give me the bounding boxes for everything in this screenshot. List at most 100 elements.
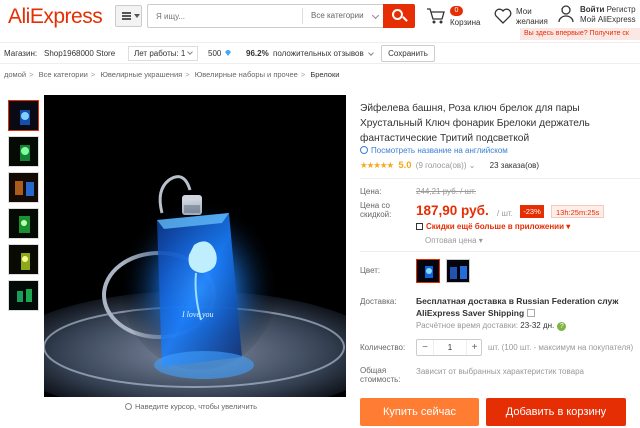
thumbnail[interactable]: [8, 100, 39, 131]
wishlist-label-1: Мои: [516, 7, 532, 16]
rating-row: ★★★★★ 5.0 (9 голоса(ов)) ⌄ 23 заказа(ов): [360, 160, 539, 172]
store-score: 500: [208, 49, 222, 58]
app-promo-label: Скидки ещё больше в приложении: [426, 222, 564, 231]
shipping-label: Доставка:: [360, 297, 397, 306]
my-aliexpress-link[interactable]: Мой AliExpress: [580, 15, 636, 24]
zoom-hint: Наведите курсор, чтобы увеличить: [125, 402, 257, 411]
old-price: 244,21 руб. / шт.: [416, 187, 477, 196]
total-label-1: Общая: [360, 366, 387, 375]
globe-icon: [360, 146, 368, 154]
quantity-note: шт. (100 шт. - максимум на покупателя): [488, 343, 634, 352]
save-store-button[interactable]: Сохранить: [381, 45, 435, 62]
categories-menu-button[interactable]: [115, 5, 142, 27]
thumbnail[interactable]: [8, 208, 39, 239]
store-years-label: Лет работы: 1: [134, 49, 186, 58]
divider: [360, 251, 640, 252]
diamond-icon: [225, 50, 231, 56]
chevron-down-icon: [371, 11, 380, 20]
orders-count: 23 заказа(ов): [489, 161, 540, 170]
votes-link[interactable]: (9 голоса(ов)): [416, 161, 467, 170]
zoom-hint-text: Наведите курсор, чтобы увеличить: [135, 402, 257, 411]
store-years-dropdown[interactable]: Лет работы: 1: [128, 46, 198, 61]
color-swatch[interactable]: [446, 259, 470, 283]
chevron-down-icon: ▾: [478, 236, 483, 245]
store-name-link[interactable]: Shop1968000 Store: [44, 49, 115, 58]
quantity-input[interactable]: 1: [433, 340, 467, 355]
chevron-down-icon: [134, 14, 140, 18]
svg-text:I love you: I love you: [181, 310, 214, 319]
aliexpress-logo[interactable]: AliExpress: [8, 5, 103, 29]
keychain-photo: I love you: [44, 95, 346, 397]
divider: [360, 178, 640, 179]
cart-label: Корзина: [450, 18, 481, 27]
thumbnail[interactable]: [8, 172, 39, 203]
feedback-percent: 96.2%: [246, 49, 269, 58]
chevron-down-icon[interactable]: ⌄: [469, 161, 476, 170]
cart-count-badge: 0: [450, 6, 463, 16]
search-button[interactable]: [383, 4, 415, 28]
price-label: Цена:: [360, 187, 382, 196]
buy-now-button[interactable]: Купить сейчас: [360, 398, 479, 426]
current-price: 187,90 руб.: [416, 203, 489, 218]
cart-link[interactable]: 0 Корзина: [426, 5, 486, 31]
total-value: Зависит от выбранных характеристик товар…: [416, 367, 584, 376]
product-main-image[interactable]: I love you: [44, 95, 346, 397]
search-category-select[interactable]: Все категории: [302, 8, 382, 24]
store-bar: Магазин: Shop1968000 Store Лет работы: 1…: [0, 42, 640, 64]
discount-price-label-1: Цена со: [360, 201, 390, 210]
app-promo-link[interactable]: Скидки ещё больше в приложении ▾: [416, 222, 570, 231]
magnifier-icon: [125, 403, 132, 410]
register-link[interactable]: Регистр: [607, 5, 636, 14]
breadcrumb-item[interactable]: Ювелирные наборы и прочее: [195, 70, 298, 79]
qr-code-icon: [416, 223, 423, 230]
breadcrumb-item[interactable]: домой: [4, 70, 26, 79]
menu-icon: [122, 12, 131, 20]
price-unit: / шт.: [497, 209, 513, 218]
heart-icon: [494, 8, 512, 24]
add-to-cart-button[interactable]: Добавить в корзину: [486, 398, 626, 426]
translate-title-link[interactable]: Посмотреть название на английском: [360, 146, 508, 155]
quantity-stepper: − 1 +: [416, 339, 482, 356]
quantity-increase-button[interactable]: +: [467, 340, 482, 355]
discount-price-label-2: скидкой:: [360, 210, 392, 219]
cart-icon: [427, 8, 445, 24]
user-icon: [558, 5, 574, 23]
product-title: Эйфелева башня, Роза ключ брелок для пар…: [360, 103, 590, 144]
header: AliExpress Все категории 0 Корзина Мои ж…: [0, 0, 640, 40]
account-menu[interactable]: Войти Регистр Мой AliExpress: [558, 3, 640, 29]
shipping-method[interactable]: AliExpress Saver Shipping: [416, 308, 536, 318]
countdown-timer: 13h:25m:25s: [551, 205, 605, 218]
chevron-down-icon: ▾: [566, 222, 571, 231]
breadcrumb-item[interactable]: Все категории: [39, 70, 88, 79]
chevron-down-icon: [187, 49, 193, 55]
search-icon: [392, 9, 403, 20]
shipping-time-value: 23-32 дн.: [520, 321, 555, 330]
chevron-down-icon: [527, 309, 536, 317]
breadcrumb-item[interactable]: Ювелирные украшения: [100, 70, 182, 79]
wholesale-price-link[interactable]: Оптовая цена ▾: [425, 236, 483, 245]
wishlist-label-2: желания: [516, 17, 548, 26]
color-swatch[interactable]: [416, 259, 440, 283]
login-link[interactable]: Войти: [580, 5, 604, 14]
search-input[interactable]: [148, 5, 302, 27]
thumbnail[interactable]: [8, 280, 39, 311]
color-label: Цвет:: [360, 266, 381, 275]
shipping-title: Бесплатная доставка в Russian Federation…: [416, 296, 619, 306]
thumbnail[interactable]: [8, 244, 39, 275]
feedback-label[interactable]: положительных отзывов: [273, 49, 364, 58]
quantity-decrease-button[interactable]: −: [417, 340, 433, 355]
help-icon[interactable]: ?: [557, 322, 567, 331]
new-user-banner[interactable]: Вы здесь впервые? Получите ск: [520, 28, 640, 40]
total-label-2: стоимость:: [360, 375, 401, 384]
search-category-label: Все категории: [311, 11, 364, 20]
chevron-down-icon[interactable]: [368, 50, 374, 56]
store-label: Магазин:: [4, 49, 38, 58]
thumbnail[interactable]: [8, 136, 39, 167]
wholesale-label: Оптовая цена: [425, 236, 477, 245]
shipping-method-label: AliExpress Saver Shipping: [416, 308, 525, 318]
breadcrumb-current: Брелоки: [310, 70, 340, 79]
shipping-time: Расчётное время доставки: 23-32 дн.?: [416, 321, 567, 331]
account-login-line: Войти Регистр: [580, 5, 636, 14]
quantity-label: Количество:: [360, 343, 406, 352]
breadcrumb: домой > Все категории > Ювелирные украшени…: [4, 70, 340, 79]
